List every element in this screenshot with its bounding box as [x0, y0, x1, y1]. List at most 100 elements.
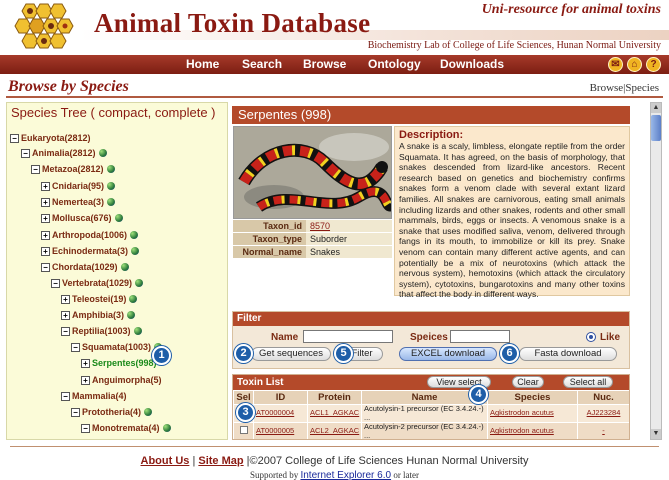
- globe-icon[interactable]: [98, 149, 107, 157]
- like-radio[interactable]: [586, 332, 596, 342]
- nuc-link[interactable]: -: [602, 426, 605, 436]
- help-icon[interactable]: ?: [646, 57, 661, 72]
- expand-toggle-icon[interactable]: +: [41, 197, 50, 207]
- globe-icon[interactable]: [127, 311, 136, 319]
- collapse-toggle-icon[interactable]: −: [31, 164, 40, 174]
- email-icon[interactable]: ✉: [608, 57, 623, 72]
- nav-home[interactable]: Home: [186, 57, 219, 71]
- site-map-link[interactable]: Site Map: [198, 455, 243, 467]
- excel-download-button[interactable]: EXCEL download: [399, 347, 497, 361]
- globe-icon[interactable]: [120, 263, 129, 271]
- tree-node[interactable]: + Arthropoda(1006): [41, 228, 139, 242]
- globe-icon[interactable]: [114, 214, 123, 222]
- tree-node[interactable]: − Chordata(1029): [41, 260, 129, 274]
- tree-node-label[interactable]: Eukaryota(2812): [21, 133, 91, 143]
- clear-button[interactable]: Clear: [512, 376, 544, 388]
- tree-node-label[interactable]: Echinodermata(3): [52, 246, 128, 256]
- tree-node[interactable]: − Vertebrata(1029): [51, 276, 144, 290]
- nuc-link[interactable]: AJ223284: [587, 408, 621, 418]
- tree-node-label[interactable]: Metazoa(2812): [42, 164, 104, 174]
- tree-node[interactable]: − Eukaryota(2812): [10, 131, 91, 145]
- tree-node-selected[interactable]: + Serpentes(998): [81, 356, 157, 370]
- tree-node-label[interactable]: Squamata(1003): [82, 342, 151, 352]
- species-link[interactable]: Agkistrodon acutus: [490, 426, 554, 436]
- tree-node-label[interactable]: Mammalia(4): [72, 391, 127, 401]
- tree-node-label[interactable]: Nemertea(3): [52, 197, 104, 207]
- tree-node-label[interactable]: Prototheria(4): [82, 407, 141, 417]
- fasta-download-button[interactable]: Fasta download: [519, 347, 617, 361]
- tree-node[interactable]: + Mollusca(676): [41, 211, 123, 225]
- globe-icon[interactable]: [135, 279, 144, 287]
- species-input[interactable]: [450, 330, 510, 343]
- toxin-id-link[interactable]: AT0000004: [256, 408, 294, 418]
- protein-link[interactable]: ACL2_AGKAC: [310, 426, 359, 436]
- tree-node[interactable]: + Cnidaria(95): [41, 179, 116, 193]
- tree-node[interactable]: − Squamata(1003): [71, 340, 163, 354]
- collapse-toggle-icon[interactable]: −: [21, 148, 30, 158]
- tree-node[interactable]: + Nemertea(3): [41, 195, 116, 209]
- expand-toggle-icon[interactable]: +: [41, 213, 50, 223]
- tree-node[interactable]: + Teleostei(19): [61, 292, 138, 306]
- tree-node-label[interactable]: Vertebrata(1029): [62, 278, 132, 288]
- collapse-toggle-icon[interactable]: −: [10, 133, 19, 143]
- tree-node-label[interactable]: Serpentes(998): [92, 358, 157, 368]
- tree-node-label[interactable]: Anguimorpha(5): [92, 375, 162, 385]
- tree-node-label[interactable]: Monotremata(4): [92, 423, 160, 433]
- tree-node-label[interactable]: Arthropoda(1006): [52, 230, 127, 240]
- expand-toggle-icon[interactable]: +: [41, 181, 50, 191]
- tree-node-label[interactable]: Mollusca(676): [52, 213, 112, 223]
- nav-downloads[interactable]: Downloads: [440, 57, 504, 71]
- tree-node[interactable]: − Monotremata(4): [81, 421, 171, 435]
- expand-toggle-icon[interactable]: +: [41, 246, 50, 256]
- home-icon[interactable]: ⌂: [627, 57, 642, 72]
- tree-node[interactable]: − Reptilia(1003): [61, 324, 142, 338]
- collapse-toggle-icon[interactable]: −: [41, 262, 50, 272]
- nav-browse[interactable]: Browse: [303, 57, 346, 71]
- expand-toggle-icon[interactable]: +: [61, 310, 70, 320]
- collapse-toggle-icon[interactable]: −: [61, 326, 70, 336]
- collapse-toggle-icon[interactable]: −: [61, 391, 70, 401]
- expand-toggle-icon[interactable]: +: [41, 230, 50, 240]
- globe-icon[interactable]: [106, 165, 115, 173]
- get-sequences-button[interactable]: Get sequences: [251, 347, 331, 361]
- scroll-thumb[interactable]: [651, 115, 661, 141]
- collapse-toggle-icon[interactable]: −: [71, 342, 80, 352]
- tree-node-label[interactable]: Teleostei(19): [72, 294, 126, 304]
- collapse-toggle-icon[interactable]: −: [71, 407, 80, 417]
- tree-node[interactable]: − Metazoa(2812): [31, 162, 115, 176]
- toxin-id-link[interactable]: AT0000005: [256, 426, 294, 436]
- species-link[interactable]: Agkistrodon acutus: [490, 408, 554, 418]
- tree-node[interactable]: + Amphibia(3): [61, 308, 136, 322]
- tree-node[interactable]: − Animalia(2812): [21, 146, 107, 160]
- expand-toggle-icon[interactable]: +: [81, 375, 90, 385]
- globe-icon[interactable]: [107, 182, 116, 190]
- globe-icon[interactable]: [129, 295, 138, 303]
- tree-node[interactable]: + Echinodermata(3): [41, 244, 140, 258]
- breadcrumb[interactable]: Browse|Species: [590, 82, 659, 94]
- globe-icon[interactable]: [131, 247, 140, 255]
- tree-node-label[interactable]: Animalia(2812): [32, 148, 96, 158]
- protein-link[interactable]: ACL1_AGKAC: [310, 408, 359, 418]
- tree-node-label[interactable]: Cnidaria(95): [52, 181, 104, 191]
- tree-node[interactable]: + Anguimorpha(5): [81, 373, 162, 387]
- collapse-toggle-icon[interactable]: −: [81, 423, 90, 433]
- scroll-up-icon[interactable]: ▲: [651, 103, 661, 113]
- globe-icon[interactable]: [107, 198, 116, 206]
- collapse-toggle-icon[interactable]: −: [51, 278, 60, 288]
- nav-search[interactable]: Search: [242, 57, 282, 71]
- tree-complete-link[interactable]: complete: [155, 105, 208, 120]
- tree-compact-link[interactable]: compact: [98, 105, 147, 120]
- browser-link[interactable]: Internet Explorer 6.0: [300, 470, 391, 480]
- page-scrollbar[interactable]: ▲ ▼: [650, 102, 662, 440]
- expand-toggle-icon[interactable]: +: [81, 358, 90, 368]
- globe-icon[interactable]: [162, 424, 171, 432]
- select-all-button[interactable]: Select all: [563, 376, 613, 388]
- expand-toggle-icon[interactable]: +: [61, 294, 70, 304]
- tree-node[interactable]: − Mammalia(4): [61, 389, 127, 403]
- tree-node[interactable]: − Prototheria(4): [71, 405, 153, 419]
- tree-node-label[interactable]: Amphibia(3): [72, 310, 124, 320]
- globe-icon[interactable]: [144, 408, 153, 416]
- row-checkbox[interactable]: [239, 426, 248, 435]
- globe-icon[interactable]: [130, 231, 139, 239]
- tree-node-label[interactable]: Reptilia(1003): [72, 326, 131, 336]
